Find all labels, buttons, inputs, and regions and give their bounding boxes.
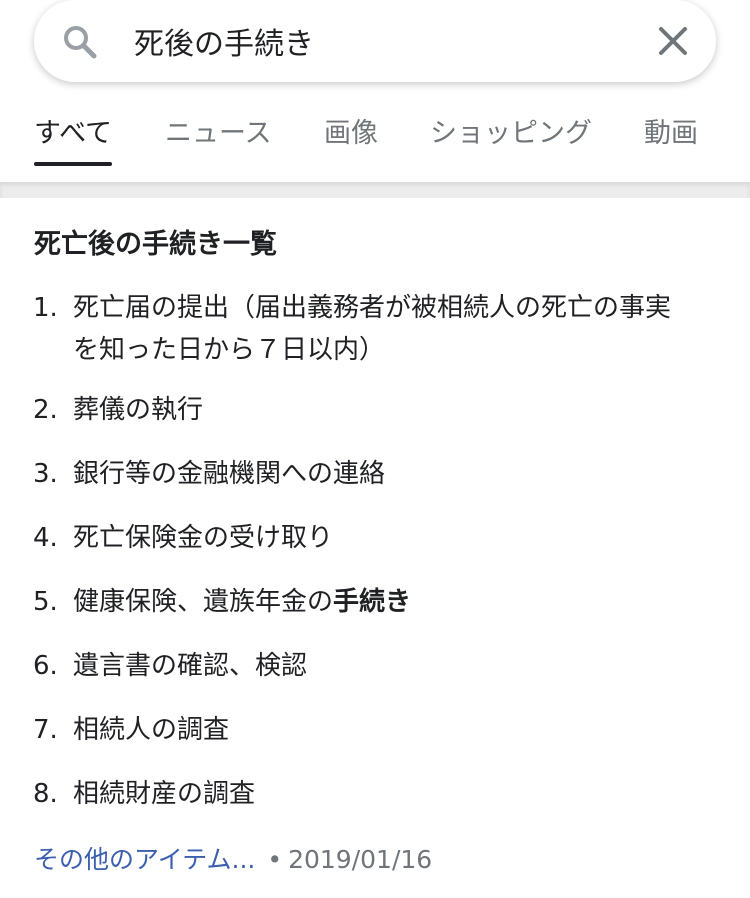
- search-icon[interactable]: [60, 22, 100, 62]
- list-item-number: 7.: [33, 715, 58, 745]
- snippet-title: 死亡後の手続き一覧: [34, 229, 277, 260]
- list-item-text: を知った日から７日以内）: [73, 335, 386, 365]
- tab-shopping[interactable]: ショッピング: [430, 108, 592, 166]
- list-item-text: 遺言書の確認、検認: [73, 651, 308, 681]
- list-item-number: 5.: [33, 587, 58, 617]
- tab-news[interactable]: ニュース: [165, 108, 272, 166]
- list-item-text: 相続人の調査: [73, 715, 230, 745]
- list-item-text: 健康保険、遺族年金の手続き: [73, 576, 721, 628]
- tab-videos[interactable]: 動画: [644, 108, 698, 166]
- list-item-number: 1.: [33, 293, 58, 323]
- footer-separator: •: [267, 845, 283, 874]
- search-bar[interactable]: [34, 0, 716, 82]
- list-item-text: 相続財産の調査: [73, 779, 256, 809]
- list-item-text: 銀行等の金融機関への連絡: [73, 459, 386, 489]
- list-item-text: 死亡保険金の受け取り: [73, 523, 334, 553]
- search-input[interactable]: [134, 18, 634, 64]
- snippet-footer: その他のアイテム... • 2019/01/16: [34, 840, 432, 876]
- list-item-number: 8.: [33, 779, 58, 809]
- close-icon[interactable]: [656, 24, 690, 58]
- list-item-text-plain: 健康保険、遺族年金の: [73, 587, 334, 617]
- list-item-text: 葬儀の執行: [73, 395, 204, 425]
- list-item-text-highlight: 手続き: [333, 587, 412, 617]
- tab-all[interactable]: すべて: [34, 108, 113, 166]
- more-items-link[interactable]: その他のアイテム...: [34, 845, 255, 874]
- list-item-number: 6.: [33, 651, 58, 681]
- list-item-number: 4.: [33, 523, 58, 553]
- section-divider: [0, 182, 750, 198]
- search-tabs: すべて ニュース 画像 ショッピング 動画: [0, 108, 750, 166]
- list-item-number: 2.: [33, 395, 58, 425]
- tab-images[interactable]: 画像: [324, 108, 378, 166]
- list-item-number: 3.: [33, 459, 58, 489]
- snippet-date: 2019/01/16: [288, 845, 433, 874]
